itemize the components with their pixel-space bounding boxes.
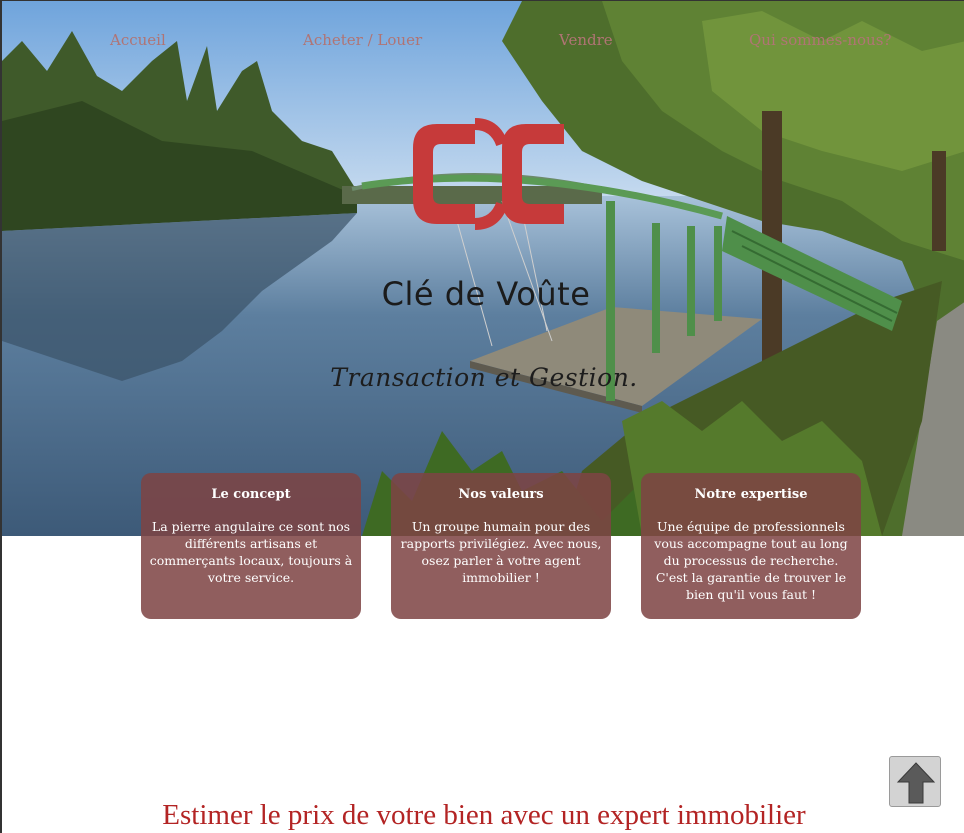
page: Accueil Acheter / Louer Vendre Qui somme… <box>0 0 964 833</box>
card-title: Le concept <box>211 487 291 502</box>
hero-background-image <box>2 1 964 536</box>
nav-item-vendre[interactable]: Vendre <box>559 31 613 49</box>
hero-banner: Accueil Acheter / Louer Vendre Qui somme… <box>2 1 964 536</box>
main-nav: Accueil Acheter / Louer Vendre Qui somme… <box>2 31 964 55</box>
card-text: La pierre angulaire ce sont nos différen… <box>149 519 353 585</box>
card-title: Nos valeurs <box>458 487 544 502</box>
tagline: Transaction et Gestion. <box>330 363 638 392</box>
card-text: Un groupe humain pour des rapports privi… <box>400 519 602 585</box>
double-c-logo-icon <box>413 118 564 230</box>
card-valeurs: Nos valeurs Un groupe humain pour des ra… <box>391 473 611 619</box>
nav-item-accueil[interactable]: Accueil <box>110 31 166 49</box>
brand-name: Clé de Voûte <box>381 275 591 313</box>
card-text: Une équipe de professionnels vous accomp… <box>654 519 848 602</box>
estimate-heading: Estimer le prix de votre bien avec un ex… <box>162 799 806 831</box>
card-title: Notre expertise <box>694 487 808 502</box>
nav-item-acheter-louer[interactable]: Acheter / Louer <box>303 31 422 49</box>
card-concept: Le concept La pierre angulaire ce sont n… <box>141 473 361 619</box>
card-expertise: Notre expertise Une équipe de profession… <box>641 473 861 619</box>
nav-item-qui-sommes-nous[interactable]: Qui sommes-nous? <box>749 31 891 49</box>
